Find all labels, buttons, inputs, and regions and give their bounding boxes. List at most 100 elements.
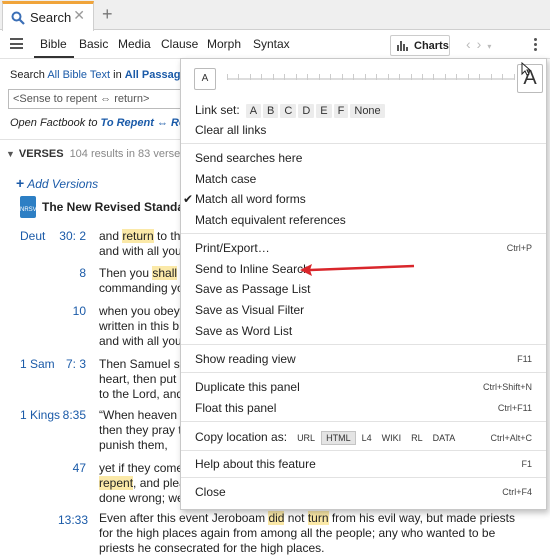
- format-html[interactable]: HTML: [321, 431, 356, 445]
- link-set-a[interactable]: A: [245, 104, 262, 118]
- print-export-item[interactable]: Print/Export…: [195, 241, 270, 255]
- book-ref[interactable]: 1 Sam: [20, 357, 55, 371]
- verse-ref[interactable]: 30: 2: [58, 229, 86, 243]
- link-set-f[interactable]: F: [333, 104, 349, 118]
- collapse-caret-icon[interactable]: ▼: [6, 149, 15, 159]
- slider-ticks: [227, 74, 515, 84]
- search-range-link[interactable]: All Passages: [125, 69, 185, 81]
- verse-text-line: and with all you: [99, 244, 181, 258]
- show-reading-view-item[interactable]: Show reading view: [195, 352, 296, 366]
- verse-text-line: and with all you: [99, 334, 181, 348]
- version-header[interactable]: NRSV The New Revised Standard: [20, 196, 185, 218]
- help-shortcut: F1: [521, 459, 532, 469]
- verse-ref[interactable]: 10: [58, 304, 86, 318]
- tab-basic[interactable]: Basic: [79, 37, 108, 51]
- highlighted-term: repent: [99, 476, 134, 490]
- tab-morph[interactable]: Morph: [207, 37, 241, 51]
- history-dropdown-icon[interactable]: ▾: [487, 42, 497, 51]
- link-set-label: Link set:: [195, 103, 240, 117]
- format-l4[interactable]: L4: [358, 432, 376, 444]
- active-tab-underline: [34, 56, 74, 58]
- panel-menu-icon[interactable]: [534, 38, 537, 53]
- add-versions-label: Add Versions: [27, 177, 99, 191]
- book-icon: NRSV: [20, 196, 37, 218]
- search-prefix: Search: [10, 69, 45, 81]
- link-set-none[interactable]: None: [350, 104, 385, 118]
- tab-search[interactable]: Search ✕: [2, 1, 94, 31]
- book-ref[interactable]: 1 Kings: [20, 408, 60, 422]
- search-input[interactable]: <Sense to repent ⇔ return>: [8, 89, 185, 109]
- verse-ref[interactable]: 8:35: [58, 408, 86, 422]
- charts-button[interactable]: Charts: [390, 35, 450, 56]
- tab-syntax[interactable]: Syntax: [253, 37, 290, 51]
- tab-media[interactable]: Media: [118, 37, 151, 51]
- font-smaller-button[interactable]: A: [194, 68, 216, 90]
- verse-text-line: “When heaven i: [99, 408, 181, 422]
- menu-separator: [181, 450, 546, 451]
- verse-ref[interactable]: 47: [58, 461, 86, 475]
- verse-text: Even after this event Jeroboam did not t…: [99, 511, 516, 555]
- save-passage-list-item[interactable]: Save as Passage List: [195, 282, 310, 296]
- float-panel-item[interactable]: Float this panel: [195, 401, 276, 415]
- link-set-c[interactable]: C: [280, 104, 297, 118]
- format-url[interactable]: URL: [293, 432, 319, 444]
- link-set-e[interactable]: E: [316, 104, 332, 118]
- tab-bible[interactable]: Bible: [40, 37, 67, 51]
- highlighted-term: return: [122, 229, 154, 243]
- save-word-list-item[interactable]: Save as Word List: [195, 324, 292, 338]
- add-versions-link[interactable]: + Add Versions: [16, 175, 98, 191]
- close-shortcut: Ctrl+F4: [502, 487, 532, 497]
- duplicate-panel-item[interactable]: Duplicate this panel: [195, 380, 300, 394]
- clear-links-item[interactable]: Clear all links: [195, 123, 266, 137]
- close-item[interactable]: Close: [195, 485, 226, 499]
- verse-text-line: done wrong; we: [99, 491, 181, 505]
- plus-icon: +: [16, 175, 25, 191]
- help-item[interactable]: Help about this feature: [195, 457, 316, 471]
- factbook-link[interactable]: To Repent ⇔ Re: [101, 117, 185, 129]
- divider: [0, 139, 185, 140]
- search-scope-link[interactable]: All Bible Text: [47, 69, 110, 81]
- tab-bar: Search ✕ +: [0, 0, 550, 31]
- match-equiv-item[interactable]: Match equivalent references: [195, 213, 346, 227]
- match-case-item[interactable]: Match case: [195, 172, 256, 186]
- verse-text-line: punish them,: [99, 438, 168, 452]
- menu-separator: [181, 233, 546, 234]
- verse-text-line: written in this b: [99, 319, 180, 333]
- format-data[interactable]: DATA: [429, 432, 460, 444]
- tab-label: Search: [30, 10, 72, 25]
- add-tab-icon[interactable]: +: [102, 4, 113, 25]
- close-tab-icon[interactable]: ✕: [73, 7, 85, 24]
- verse-ref[interactable]: 8: [58, 266, 86, 280]
- hamburger-menu-icon[interactable]: [10, 38, 23, 49]
- verse-text-line: yet if they come: [99, 461, 181, 475]
- verse-text-line: and return to th: [99, 229, 181, 243]
- factbook-prefix: Open Factbook to: [10, 117, 98, 129]
- verse-text-line: repent, and plea: [99, 476, 181, 490]
- link-set-d[interactable]: D: [298, 104, 315, 118]
- format-rl[interactable]: RL: [407, 432, 427, 444]
- menu-separator: [181, 344, 546, 345]
- book-ref[interactable]: Deut: [20, 229, 45, 243]
- back-arrow-icon[interactable]: ‹: [466, 36, 477, 52]
- menu-separator: [181, 477, 546, 478]
- link-set-b[interactable]: B: [263, 104, 279, 118]
- font-size-row: A A: [191, 62, 543, 94]
- forward-arrow-icon[interactable]: ›: [477, 36, 488, 52]
- nav-arrows[interactable]: ‹›▾: [466, 36, 497, 52]
- format-wiki[interactable]: WIKI: [378, 432, 406, 444]
- save-visual-filter-item[interactable]: Save as Visual Filter: [195, 303, 304, 317]
- highlighted-term: shall: [152, 266, 178, 280]
- verses-header[interactable]: ▼ VERSES 104 results in 83 verses: [6, 148, 185, 160]
- copy-location-label: Copy location as:: [195, 430, 288, 444]
- tab-clause[interactable]: Clause: [161, 37, 198, 51]
- match-word-forms-item[interactable]: Match all word forms: [195, 192, 306, 206]
- link-set-row: Link set: A B C D E F None: [195, 103, 387, 118]
- send-inline-search-item[interactable]: Send to Inline Search: [195, 262, 310, 276]
- verse-ref[interactable]: 13:33: [58, 513, 88, 527]
- menu-separator: [181, 372, 546, 373]
- charts-label: Charts: [414, 39, 449, 52]
- factbook-line: Open Factbook to To Repent ⇔ Re: [10, 117, 185, 129]
- float-shortcut: Ctrl+F11: [497, 403, 532, 413]
- verse-ref[interactable]: 7: 3: [58, 357, 86, 371]
- send-searches-item[interactable]: Send searches here: [195, 151, 302, 165]
